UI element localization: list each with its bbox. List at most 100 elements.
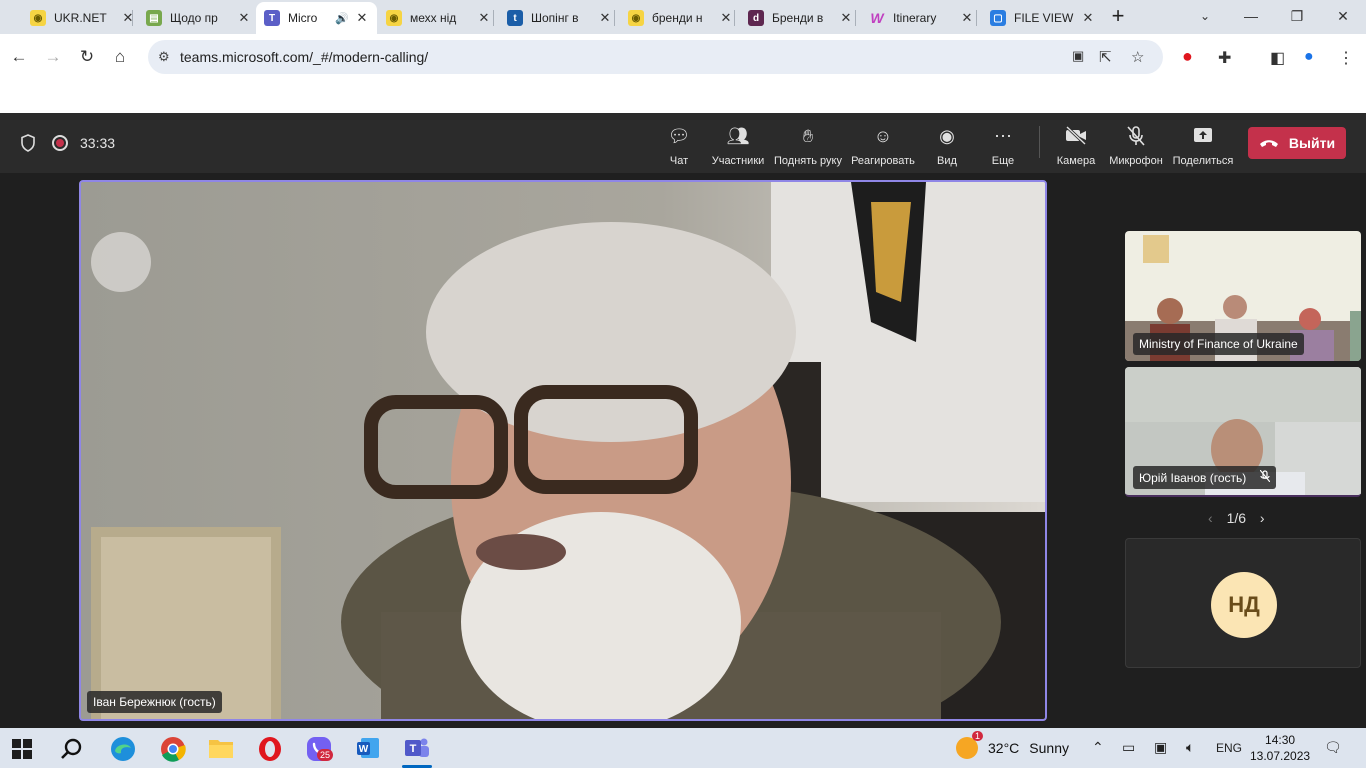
reload-button[interactable]: ↻ — [74, 44, 100, 70]
react-label: Реагировать — [851, 155, 915, 167]
new-tab-button[interactable]: + — [1103, 4, 1133, 30]
ukrnet-icon: ◉ — [386, 10, 402, 26]
browser-tab[interactable]: ◉ бренди н ✕ — [620, 2, 741, 34]
tab-strip: ◉ UKR.NET ✕ ▤ Щодо пр ✕ T Micro 🔊 ✕ ◉ ме… — [0, 0, 1366, 34]
side-panel-icon[interactable]: ◧ — [1270, 48, 1285, 68]
leave-button[interactable]: Выйти — [1248, 127, 1346, 159]
restore-button[interactable]: ❐ — [1274, 4, 1320, 28]
main-speaker-video[interactable]: Іван Бережнюк (гость) — [79, 180, 1047, 721]
tab-title: Шопінг в — [531, 11, 579, 25]
weather-widget[interactable]: 1 32°C Sunny — [956, 731, 1069, 759]
home-button[interactable]: ⌂ — [107, 44, 133, 70]
browser-tab-active[interactable]: T Micro 🔊 ✕ — [256, 2, 377, 34]
opera-extension-icon[interactable]: ● — [1182, 46, 1193, 67]
react-button[interactable]: ☺ Реагировать — [850, 125, 916, 167]
chrome-icon[interactable] — [160, 736, 186, 762]
more-button[interactable]: ⋯ Еще — [988, 125, 1018, 167]
share-button[interactable]: Поделиться — [1172, 125, 1234, 167]
tab-title: UKR.NET — [54, 11, 107, 25]
teams-icon[interactable]: T — [404, 736, 430, 760]
microphone-label: Микрофон — [1109, 155, 1163, 167]
close-tab-icon[interactable]: ✕ — [719, 10, 733, 26]
notifications-icon[interactable]: 🗨︎ — [1324, 739, 1342, 756]
view-button[interactable]: ◉ Вид — [932, 125, 962, 167]
extensions-icon[interactable]: ✚ — [1218, 48, 1231, 68]
battery-icon[interactable]: ▭ — [1122, 739, 1135, 756]
file-explorer-icon[interactable] — [208, 736, 234, 760]
phone-hangup-icon — [1259, 135, 1279, 151]
close-tab-icon[interactable]: ✕ — [598, 10, 612, 26]
minimize-button[interactable]: — — [1228, 4, 1274, 28]
browser-tab[interactable]: t Шопінг в ✕ — [499, 2, 620, 34]
close-tab-icon[interactable]: ✕ — [960, 10, 974, 26]
doc-icon: ▢ — [990, 10, 1006, 26]
participant-tile-avatar[interactable]: НД — [1125, 538, 1361, 668]
speaker-video-frame — [81, 182, 1045, 719]
browser-tab[interactable]: d Бренди в ✕ — [740, 2, 861, 34]
browser-tab[interactable]: ◉ UKR.NET ✕ — [22, 2, 143, 34]
chat-button[interactable]: 💬︎ Чат — [664, 125, 694, 167]
weather-condition: Sunny — [1029, 740, 1069, 756]
audio-playing-icon[interactable]: 🔊 — [335, 12, 349, 25]
forward-button[interactable]: → — [40, 44, 66, 70]
participants-button[interactable]: 👥︎ Участники — [710, 125, 766, 167]
bookmark-star-icon[interactable]: ☆ — [1131, 48, 1144, 66]
close-tab-icon[interactable]: ✕ — [1081, 10, 1095, 26]
edge-icon[interactable] — [110, 736, 136, 762]
leave-label: Выйти — [1288, 135, 1336, 151]
clock[interactable]: 14:30 13.07.2023 — [1250, 732, 1310, 764]
page-top-area — [0, 80, 1366, 113]
viber-badge: 25 — [317, 749, 334, 761]
raise-hand-button[interactable]: ✋︎ Поднять руку — [772, 125, 844, 167]
svg-text:W: W — [359, 744, 369, 755]
tab-title: Бренди в — [772, 11, 824, 25]
mic-off-icon — [1108, 125, 1164, 149]
tab-title: Micro — [288, 11, 318, 25]
word-icon[interactable]: W — [356, 736, 380, 760]
participant-tile-ministry[interactable]: Ministry of Finance of Ukraine — [1125, 231, 1361, 361]
close-tab-icon[interactable]: ✕ — [839, 10, 853, 26]
camera-label: Камера — [1056, 155, 1096, 167]
network-icon[interactable]: ▣ — [1154, 739, 1167, 756]
tab-title: FILE VIEW — [1014, 11, 1074, 25]
browser-tab[interactable]: ◉ мехх нід ✕ — [378, 2, 499, 34]
language-indicator[interactable]: ENG — [1216, 741, 1242, 755]
microphone-button[interactable]: Микрофон — [1108, 125, 1164, 167]
viber-icon[interactable]: 25 — [306, 736, 336, 764]
browser-tab[interactable]: ▢ FILE VIEW ✕ — [982, 2, 1103, 34]
participant-tile-yurii[interactable]: Юрій Іванов (гость) — [1125, 367, 1361, 497]
browser-tab[interactable]: ▤ Щодо пр ✕ — [138, 2, 259, 34]
next-page-icon[interactable]: › — [1260, 510, 1265, 526]
share-label: Поделиться — [1172, 155, 1234, 167]
menu-icon[interactable]: ⋮ — [1338, 48, 1354, 68]
close-window-button[interactable]: ✕ — [1320, 4, 1366, 28]
chat-icon: 💬︎ — [667, 126, 691, 146]
tab-search-icon[interactable]: ⌄ — [1182, 4, 1228, 28]
camera-blocked-icon[interactable]: ▣ — [1072, 48, 1084, 64]
close-tab-icon[interactable]: ✕ — [477, 10, 491, 26]
share-page-icon[interactable]: ⇱ — [1099, 48, 1112, 66]
view-icon: ◉ — [939, 126, 955, 146]
close-tab-icon[interactable]: ✕ — [237, 10, 251, 26]
windows-start-icon[interactable] — [12, 739, 32, 759]
back-button[interactable]: ← — [6, 44, 32, 70]
t-icon: t — [507, 10, 523, 26]
people-icon: 👥︎ — [726, 126, 750, 146]
chevron-up-icon[interactable]: ⌃ — [1092, 739, 1104, 756]
site-info-icon[interactable]: ⚙ — [158, 49, 170, 65]
ukrnet-icon: ◉ — [30, 10, 46, 26]
meeting-stage: Іван Бережнюк (гость) Ministry of Financ… — [0, 173, 1366, 728]
prev-page-icon[interactable]: ‹ — [1208, 510, 1213, 526]
tab-title: Itinerary — [893, 11, 937, 25]
browser-tab[interactable]: W Itinerary ✕ — [861, 2, 982, 34]
recording-icon — [52, 135, 68, 151]
url-text[interactable]: teams.microsoft.com/_#/modern-calling/ — [180, 49, 428, 65]
smile-icon: ☺ — [873, 126, 893, 146]
profile-icon[interactable]: ● — [1304, 48, 1314, 66]
search-icon[interactable] — [60, 737, 84, 761]
opera-icon[interactable] — [258, 736, 282, 762]
volume-icon[interactable]: 🔈︎ — [1186, 739, 1194, 756]
address-bar[interactable]: ⚙ teams.microsoft.com/_#/modern-calling/… — [148, 40, 1163, 74]
camera-button[interactable]: Камера — [1056, 125, 1096, 167]
close-tab-icon[interactable]: ✕ — [355, 10, 369, 26]
